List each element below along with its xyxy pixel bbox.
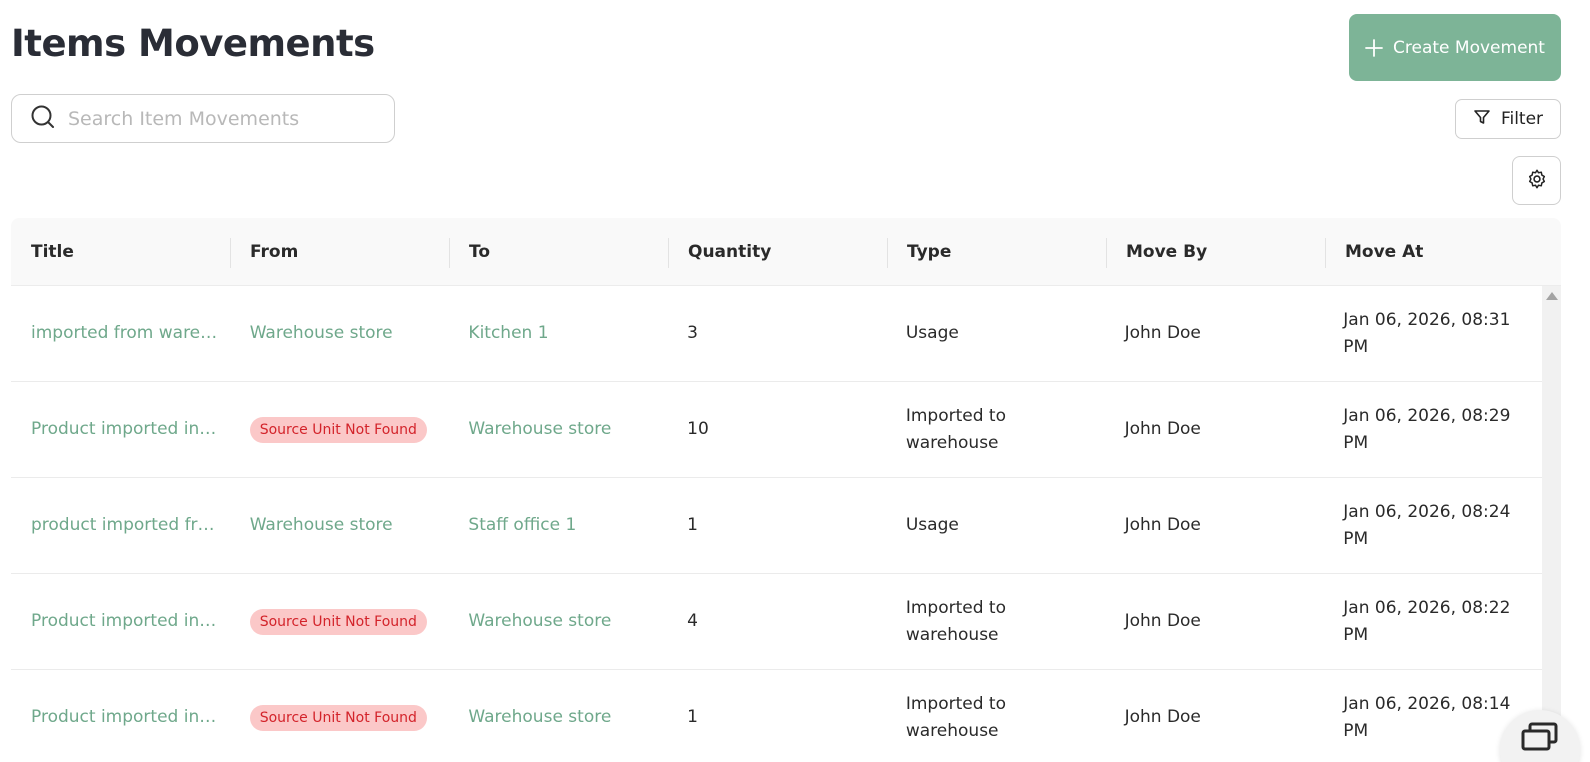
row-to-link[interactable]: Staff office 1 (448, 512, 667, 539)
row-from: Source Unit Not Found (230, 416, 449, 443)
create-movement-label: Create Movement (1393, 37, 1545, 58)
table-row[interactable]: Product imported in… Source Unit Not Fou… (11, 574, 1542, 670)
row-move-by: John Doe (1124, 611, 1201, 631)
search-input[interactable] (68, 107, 378, 130)
row-move-by: John Doe (1124, 515, 1201, 535)
row-type: Usage (905, 515, 959, 535)
row-move-at: Jan 06, 2026, 08:31 PM (1343, 309, 1511, 357)
row-title-link[interactable]: Product imported in… (11, 608, 230, 635)
column-header-title[interactable]: Title (11, 242, 230, 262)
gear-icon (1526, 168, 1548, 194)
row-title-link[interactable]: imported from ware… (11, 320, 230, 347)
row-move-at: Jan 06, 2026, 08:29 PM (1343, 405, 1511, 453)
row-title-link[interactable]: Product imported in… (11, 416, 230, 443)
row-to-link[interactable]: Kitchen 1 (448, 320, 667, 347)
table-row[interactable]: product imported fr… Warehouse store Sta… (11, 478, 1542, 574)
row-move-at: Jan 06, 2026, 08:22 PM (1343, 597, 1511, 645)
row-move-by: John Doe (1124, 707, 1201, 727)
row-type: Imported to warehouse (905, 693, 1006, 741)
row-move-at: Jan 06, 2026, 08:24 PM (1343, 501, 1511, 549)
row-to-link[interactable]: Warehouse store (448, 416, 667, 443)
chat-icon (1520, 722, 1560, 760)
row-move-by: John Doe (1124, 419, 1201, 439)
column-header-quantity[interactable]: Quantity (668, 237, 887, 268)
create-movement-button[interactable]: Create Movement (1349, 14, 1561, 81)
row-title-link[interactable]: product imported fr… (11, 512, 230, 539)
source-not-found-badge: Source Unit Not Found (249, 705, 427, 731)
page-title: Items Movements (11, 22, 375, 65)
search-icon (30, 104, 56, 134)
column-header-type[interactable]: Type (887, 237, 1106, 268)
plus-icon (1365, 38, 1383, 57)
row-title-link[interactable]: Product imported in… (11, 704, 230, 731)
table-row[interactable]: Product imported in… Source Unit Not Fou… (11, 670, 1542, 762)
search-box[interactable] (11, 94, 395, 143)
table-body: imported from ware… Warehouse store Kitc… (11, 286, 1542, 762)
table-header: Title From To Quantity Type Move By Move… (11, 218, 1561, 286)
column-header-to[interactable]: To (449, 237, 668, 268)
column-header-move-at[interactable]: Move At (1325, 237, 1544, 268)
row-move-by: John Doe (1124, 323, 1201, 343)
table-row[interactable]: imported from ware… Warehouse store Kitc… (11, 286, 1542, 382)
table-settings-button[interactable] (1512, 156, 1561, 205)
row-from: Source Unit Not Found (230, 608, 449, 635)
row-quantity: 4 (687, 611, 698, 631)
row-from: Source Unit Not Found (230, 704, 449, 731)
row-to-link[interactable]: Warehouse store (448, 704, 667, 731)
column-header-from[interactable]: From (230, 237, 449, 268)
row-quantity: 1 (687, 707, 698, 727)
row-type: Imported to warehouse (905, 597, 1006, 645)
column-header-move-by[interactable]: Move By (1106, 237, 1325, 268)
row-to-link[interactable]: Warehouse store (448, 608, 667, 635)
source-not-found-badge: Source Unit Not Found (249, 609, 427, 635)
row-from-link[interactable]: Warehouse store (230, 320, 449, 347)
items-movements-page: Items Movements Create Movement Filter (0, 0, 1590, 762)
funnel-icon (1473, 108, 1491, 131)
table-row[interactable]: Product imported in… Source Unit Not Fou… (11, 382, 1542, 478)
row-from-link[interactable]: Warehouse store (230, 512, 449, 539)
filter-label: Filter (1500, 109, 1544, 129)
table-scrollbar[interactable] (1542, 286, 1561, 762)
filter-button[interactable]: Filter (1455, 99, 1561, 139)
source-not-found-badge: Source Unit Not Found (249, 417, 427, 443)
row-type: Imported to warehouse (905, 405, 1006, 453)
scroll-up-arrow-icon[interactable] (1546, 292, 1558, 300)
row-type: Usage (905, 323, 959, 343)
movements-table: Title From To Quantity Type Move By Move… (11, 218, 1561, 762)
row-quantity: 10 (687, 419, 709, 439)
row-quantity: 3 (687, 323, 698, 343)
row-quantity: 1 (687, 515, 698, 535)
